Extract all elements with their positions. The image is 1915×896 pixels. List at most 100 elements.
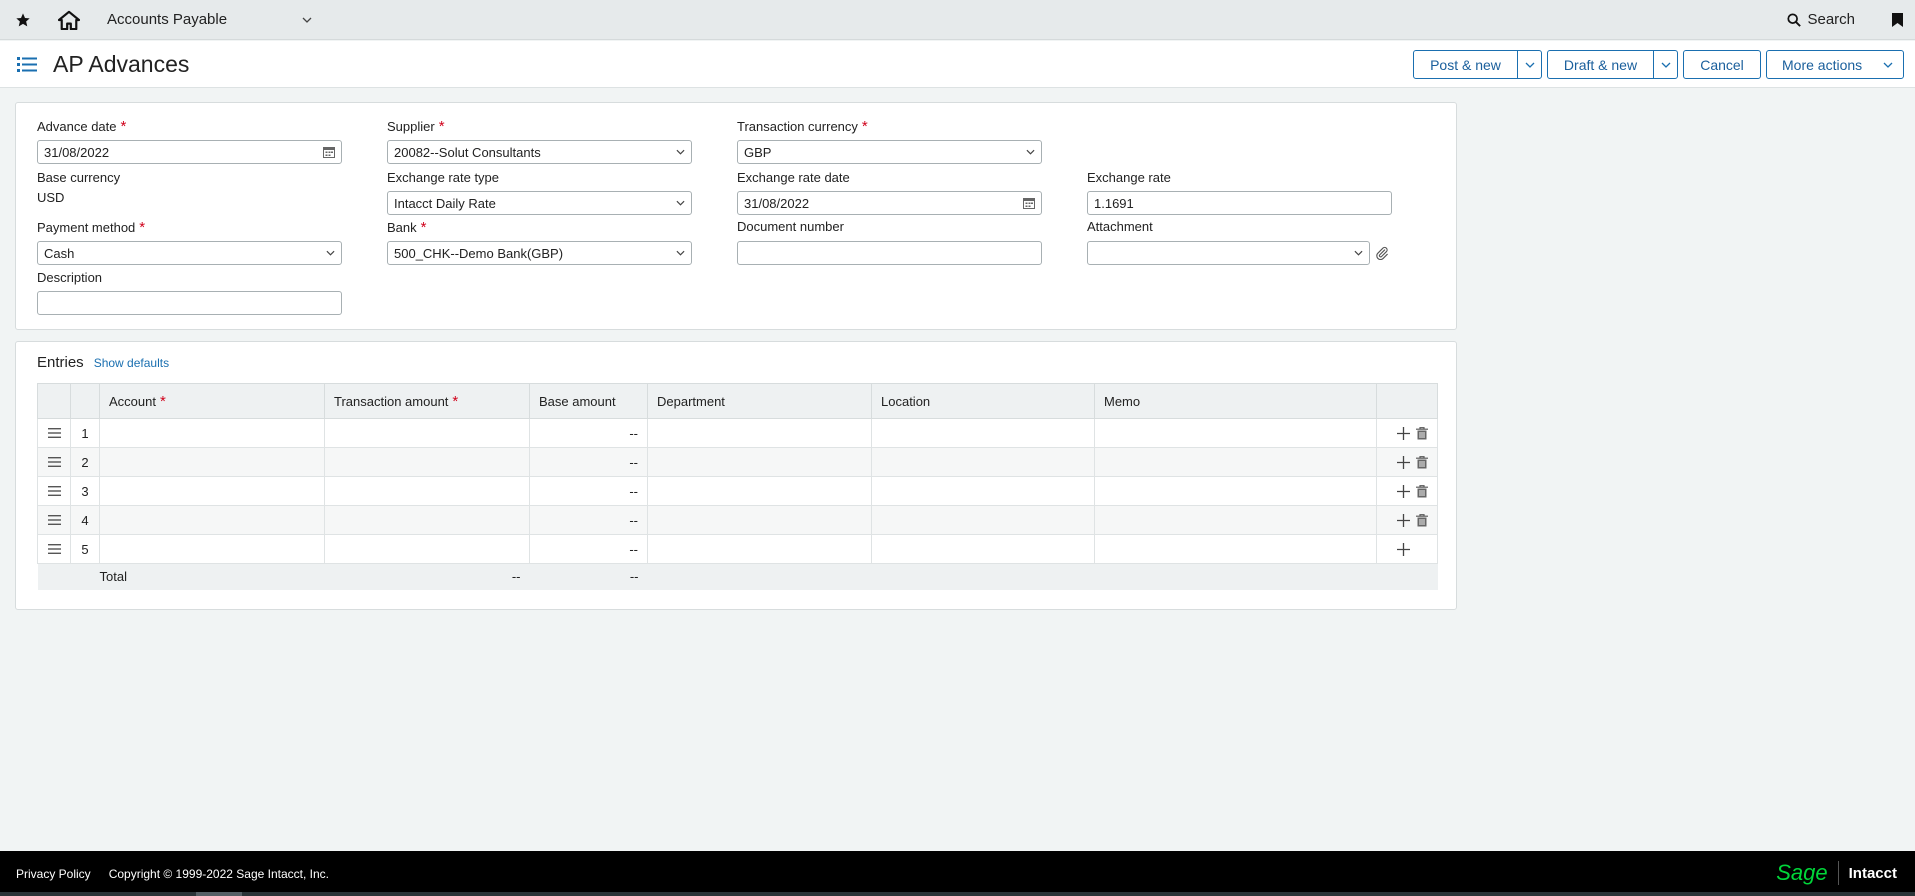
- base-amount-cell: --: [529, 505, 648, 535]
- paperclip-icon[interactable]: [1374, 245, 1390, 261]
- post-new-dropdown[interactable]: [1517, 51, 1541, 78]
- draft-new-button[interactable]: Draft & new: [1547, 50, 1678, 79]
- document-number-input[interactable]: [737, 241, 1042, 265]
- list-menu-icon[interactable]: [17, 56, 37, 72]
- location-cell[interactable]: [871, 534, 1095, 564]
- total-transaction-amount: --: [324, 563, 530, 590]
- attachment-select[interactable]: [1087, 241, 1370, 265]
- memo-cell[interactable]: [1094, 534, 1377, 564]
- page-title: AP Advances: [53, 50, 190, 77]
- global-search-button[interactable]: Search: [1787, 11, 1855, 28]
- exchange-rate-label: Exchange rate: [1087, 170, 1171, 185]
- advance-date-label: Advance date: [37, 119, 117, 134]
- exchange-rate-date-input[interactable]: 31/08/2022: [737, 191, 1042, 215]
- location-cell[interactable]: [871, 418, 1095, 448]
- attachment-label: Attachment: [1087, 219, 1153, 234]
- header-actions: [1376, 383, 1438, 419]
- account-cell[interactable]: [99, 505, 325, 535]
- supplier-select[interactable]: 20082--Solut Consultants: [387, 140, 692, 164]
- header-memo[interactable]: Memo: [1094, 383, 1377, 419]
- header-transaction-amount[interactable]: Transaction amount *: [324, 383, 530, 419]
- account-cell[interactable]: [99, 534, 325, 564]
- transaction-amount-cell[interactable]: [324, 505, 530, 535]
- exchange-rate-type-select[interactable]: Intacct Daily Rate: [387, 191, 692, 215]
- exchange-rate-input[interactable]: 1.1691: [1087, 191, 1392, 215]
- bank-select[interactable]: 500_CHK--Demo Bank(GBP): [387, 241, 692, 265]
- payment-method-select[interactable]: Cash: [37, 241, 342, 265]
- header-location[interactable]: Location: [871, 383, 1095, 419]
- scrollbar-thumb[interactable]: [196, 892, 242, 896]
- transaction-amount-cell[interactable]: [324, 418, 530, 448]
- department-cell[interactable]: [647, 447, 872, 477]
- add-row-icon[interactable]: [1397, 426, 1410, 440]
- account-cell[interactable]: [99, 418, 325, 448]
- drag-handle-icon: [47, 514, 61, 525]
- delete-row-icon[interactable]: [1416, 455, 1428, 469]
- total-label: Total: [37, 563, 325, 590]
- header-actions: Post & new Draft & new Cancel More actio…: [1413, 50, 1904, 79]
- draft-new-label: Draft & new: [1563, 56, 1638, 73]
- transaction-currency-select[interactable]: GBP: [737, 140, 1042, 164]
- home-icon[interactable]: [58, 9, 80, 31]
- delete-row-icon[interactable]: [1416, 513, 1428, 527]
- row-actions: [1376, 447, 1438, 477]
- calendar-icon[interactable]: [323, 146, 335, 158]
- more-actions-button[interactable]: More actions: [1766, 50, 1904, 79]
- entries-table: Account * Transaction amount * Base amount…: [37, 383, 1438, 590]
- department-cell[interactable]: [647, 534, 872, 564]
- document-number-label: Document number: [737, 219, 844, 234]
- base-amount-cell: --: [529, 447, 648, 477]
- memo-cell[interactable]: [1094, 505, 1377, 535]
- header-department[interactable]: Department: [647, 383, 872, 419]
- row-number: 4: [70, 505, 100, 535]
- calendar-icon[interactable]: [1023, 197, 1035, 209]
- location-cell[interactable]: [871, 476, 1095, 506]
- base-currency-field: Base currency USD: [37, 170, 120, 205]
- header-base-amount[interactable]: Base amount: [529, 383, 648, 419]
- add-row-icon[interactable]: [1397, 542, 1410, 556]
- account-cell[interactable]: [99, 476, 325, 506]
- location-cell[interactable]: [871, 447, 1095, 477]
- drag-handle-icon: [47, 543, 61, 554]
- post-new-button[interactable]: Post & new: [1413, 50, 1542, 79]
- bookmark-icon[interactable]: [1891, 12, 1903, 28]
- page-footer: Privacy Policy Copyright © 1999-2022 Sag…: [0, 851, 1915, 896]
- add-row-icon[interactable]: [1397, 484, 1410, 498]
- transaction-amount-cell[interactable]: [324, 447, 530, 477]
- transaction-currency-label: Transaction currency: [737, 119, 858, 134]
- drag-handle[interactable]: [37, 476, 71, 506]
- required-marker: *: [420, 219, 427, 236]
- header-row-number: [70, 383, 100, 419]
- add-row-icon[interactable]: [1397, 513, 1410, 527]
- header-location-label: Location: [881, 393, 931, 409]
- required-marker: *: [452, 392, 459, 410]
- account-cell[interactable]: [99, 447, 325, 477]
- favorite-star-icon[interactable]: [14, 11, 32, 29]
- department-cell[interactable]: [647, 418, 872, 448]
- transaction-amount-cell[interactable]: [324, 476, 530, 506]
- transaction-amount-cell[interactable]: [324, 534, 530, 564]
- privacy-policy-link[interactable]: Privacy Policy: [16, 867, 91, 881]
- header-account[interactable]: Account *: [99, 383, 325, 419]
- description-input[interactable]: [37, 291, 342, 315]
- module-selector[interactable]: Accounts Payable: [107, 11, 312, 28]
- delete-row-icon[interactable]: [1416, 484, 1428, 498]
- department-cell[interactable]: [647, 505, 872, 535]
- memo-cell[interactable]: [1094, 476, 1377, 506]
- advance-date-value: 31/08/2022: [44, 144, 110, 160]
- add-row-icon[interactable]: [1397, 455, 1410, 469]
- memo-cell[interactable]: [1094, 418, 1377, 448]
- drag-handle[interactable]: [37, 447, 71, 477]
- row-number: 5: [70, 534, 100, 564]
- advance-date-input[interactable]: 31/08/2022: [37, 140, 342, 164]
- draft-new-dropdown[interactable]: [1653, 51, 1677, 78]
- department-cell[interactable]: [647, 476, 872, 506]
- cancel-button[interactable]: Cancel: [1683, 50, 1761, 79]
- delete-row-icon[interactable]: [1416, 426, 1428, 440]
- drag-handle[interactable]: [37, 418, 71, 448]
- drag-handle[interactable]: [37, 534, 71, 564]
- show-defaults-link[interactable]: Show defaults: [94, 356, 169, 370]
- location-cell[interactable]: [871, 505, 1095, 535]
- memo-cell[interactable]: [1094, 447, 1377, 477]
- drag-handle[interactable]: [37, 505, 71, 535]
